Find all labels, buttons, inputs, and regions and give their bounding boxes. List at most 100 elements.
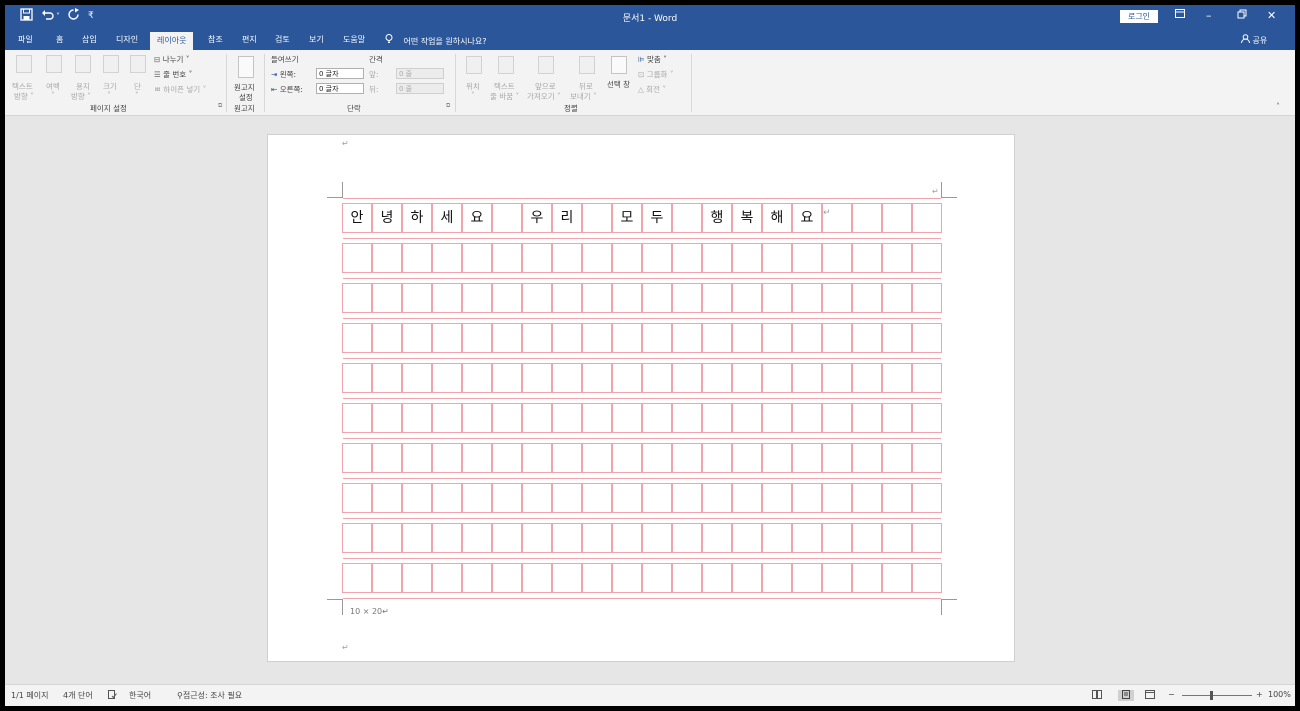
manuscript-cell[interactable] [702,483,732,513]
manuscript-cell[interactable] [612,483,642,513]
tab-references[interactable]: 참조 [208,34,223,45]
manuscript-cell[interactable] [372,483,402,513]
manuscript-cell[interactable] [402,563,432,593]
manuscript-cell[interactable] [852,323,882,353]
manuscript-cell[interactable] [582,243,612,273]
manuscript-cell[interactable] [462,323,492,353]
manuscript-cell[interactable] [762,443,792,473]
breaks-button[interactable]: ⊟ 나누기 ˅ [154,54,190,65]
manuscript-cell[interactable] [492,523,522,553]
manuscript-cell[interactable] [912,483,942,513]
manuscript-cell[interactable] [762,483,792,513]
manuscript-cell[interactable] [522,363,552,393]
manuscript-cell[interactable] [762,403,792,433]
web-layout-icon[interactable] [1145,690,1155,701]
manuscript-cell[interactable] [912,403,942,433]
minimize-icon[interactable]: – [1206,9,1212,22]
manuscript-cell[interactable] [642,403,672,433]
spacing-before-input[interactable]: 0 줄 [396,68,444,79]
manuscript-cell[interactable] [462,483,492,513]
manuscript-cell[interactable] [702,523,732,553]
manuscript-cell[interactable] [582,563,612,593]
manuscript-cell[interactable] [822,243,852,273]
manuscript-cell[interactable] [552,243,582,273]
manuscript-cell[interactable] [702,563,732,593]
rotate-button[interactable]: △ 회전 ˅ [638,84,666,95]
manuscript-cell[interactable] [822,403,852,433]
manuscript-cell[interactable] [672,523,702,553]
manuscript-cell[interactable] [732,563,762,593]
tell-me-search[interactable]: 어떤 작업을 원하시나요? [385,34,486,47]
manuscript-cell[interactable] [372,443,402,473]
manuscript-cell[interactable] [672,323,702,353]
manuscript-cell[interactable] [612,563,642,593]
manuscript-cell[interactable] [642,283,672,313]
page-count[interactable]: 1/1 페이지 [11,690,49,701]
manuscript-cell[interactable] [672,243,702,273]
tab-home[interactable]: 홈 [56,34,63,45]
manuscript-cell[interactable] [732,483,762,513]
manuscript-cell[interactable] [612,323,642,353]
manuscript-cell[interactable] [912,203,942,233]
manuscript-cell[interactable] [462,523,492,553]
manuscript-cell[interactable] [822,323,852,353]
manuscript-cell[interactable] [732,363,762,393]
manuscript-cell[interactable]: 모 [612,203,642,233]
manuscript-cell[interactable] [492,243,522,273]
zoom-slider-thumb[interactable] [1210,691,1213,700]
align-button[interactable]: ⊫ 맞춤 ˅ [638,54,667,65]
manuscript-cell[interactable]: 우 [522,203,552,233]
manuscript-cell[interactable] [582,443,612,473]
manuscript-cell[interactable] [582,363,612,393]
manuscript-cell[interactable] [612,523,642,553]
manuscript-cell[interactable] [552,523,582,553]
manuscript-cell[interactable] [552,443,582,473]
manuscript-cell[interactable] [492,283,522,313]
manuscript-cell[interactable] [462,403,492,433]
manuscript-cell[interactable] [912,323,942,353]
manuscript-cell[interactable] [372,323,402,353]
manuscript-cell[interactable] [342,363,372,393]
manuscript-cell[interactable] [642,243,672,273]
manuscript-cell[interactable] [702,403,732,433]
manuscript-cell[interactable] [882,203,912,233]
manuscript-cell[interactable] [582,523,612,553]
manuscript-cell[interactable] [462,283,492,313]
login-button[interactable]: 로그인 [1120,10,1158,23]
manuscript-cell[interactable] [402,283,432,313]
zoom-slider[interactable] [1182,695,1252,696]
manuscript-cell[interactable] [552,363,582,393]
manuscript-cell[interactable] [852,403,882,433]
manuscript-cell[interactable] [792,363,822,393]
manuscript-cell[interactable] [732,283,762,313]
manuscript-cell[interactable] [912,563,942,593]
manuscript-cell[interactable] [882,563,912,593]
zoom-out-button[interactable]: − [1168,690,1175,699]
manuscript-cell[interactable] [552,323,582,353]
manuscript-cell[interactable] [462,243,492,273]
manuscript-cell[interactable] [672,403,702,433]
manuscript-cell[interactable] [582,323,612,353]
manuscript-cell[interactable] [882,323,912,353]
manuscript-cell[interactable]: 세 [432,203,462,233]
tab-insert[interactable]: 삽입 [82,34,97,45]
manuscript-cell[interactable]: 요 [462,203,492,233]
manuscript-cell[interactable]: 녕 [372,203,402,233]
manuscript-cell[interactable]: 해 [762,203,792,233]
page-setup-launcher-icon[interactable]: ⧉ [218,102,222,110]
accessibility-status[interactable]: ⚲접근성: 조사 필요 [177,690,242,701]
manuscript-cell[interactable] [882,523,912,553]
manuscript-cell[interactable] [912,523,942,553]
manuscript-cell[interactable] [852,363,882,393]
manuscript-cell[interactable] [672,283,702,313]
manuscript-cell[interactable] [342,563,372,593]
manuscript-cell[interactable] [402,323,432,353]
manuscript-cell[interactable] [642,363,672,393]
manuscript-cell[interactable] [792,283,822,313]
manuscript-cell[interactable] [432,363,462,393]
manuscript-cell[interactable] [912,443,942,473]
manuscript-cell[interactable] [642,563,672,593]
manuscript-cell[interactable] [912,363,942,393]
manuscript-cell[interactable] [492,203,522,233]
manuscript-cell[interactable] [762,243,792,273]
